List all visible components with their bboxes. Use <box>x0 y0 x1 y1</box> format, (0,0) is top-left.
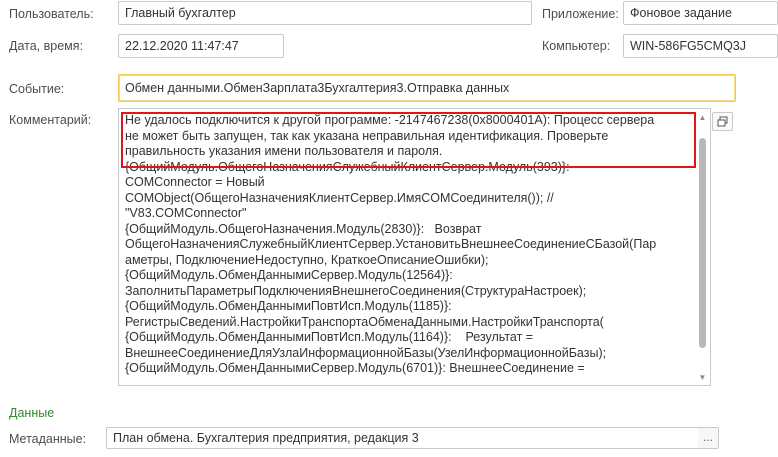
metadata-label: Метаданные: <box>9 432 87 446</box>
app-field[interactable]: Фоновое задание <box>623 1 778 25</box>
scroll-down-icon[interactable]: ▼ <box>696 372 709 384</box>
app-label: Приложение: <box>542 7 619 21</box>
comment-scrollbar[interactable]: ▲ ▼ <box>696 110 709 384</box>
metadata-field[interactable]: План обмена. Бухгалтерия предприятия, ре… <box>106 427 699 449</box>
open-window-icon <box>717 116 728 127</box>
scroll-up-icon[interactable]: ▲ <box>696 112 709 124</box>
metadata-select-button[interactable]: ... <box>698 427 719 449</box>
computer-label: Компьютер: <box>542 39 611 53</box>
open-comment-button[interactable] <box>712 112 733 131</box>
data-section-title: Данные <box>9 406 55 420</box>
datetime-label: Дата, время: <box>9 39 84 53</box>
comment-textarea[interactable]: Не удалось подключится к другой программ… <box>118 108 711 386</box>
datetime-field[interactable]: 22.12.2020 11:47:47 <box>118 34 284 58</box>
user-label: Пользователь: <box>9 7 94 21</box>
scroll-thumb[interactable] <box>699 138 706 348</box>
user-field[interactable]: Главный бухгалтер <box>118 1 532 25</box>
computer-field[interactable]: WIN-586FG5CMQ3J <box>623 34 778 58</box>
comment-label: Комментарий: <box>9 113 92 127</box>
event-field[interactable]: Обмен данными.ОбменЗарплата3Бухгалтерия3… <box>118 74 736 102</box>
comment-text: Не удалось подключится к другой программ… <box>125 113 657 375</box>
event-label: Событие: <box>9 82 65 96</box>
